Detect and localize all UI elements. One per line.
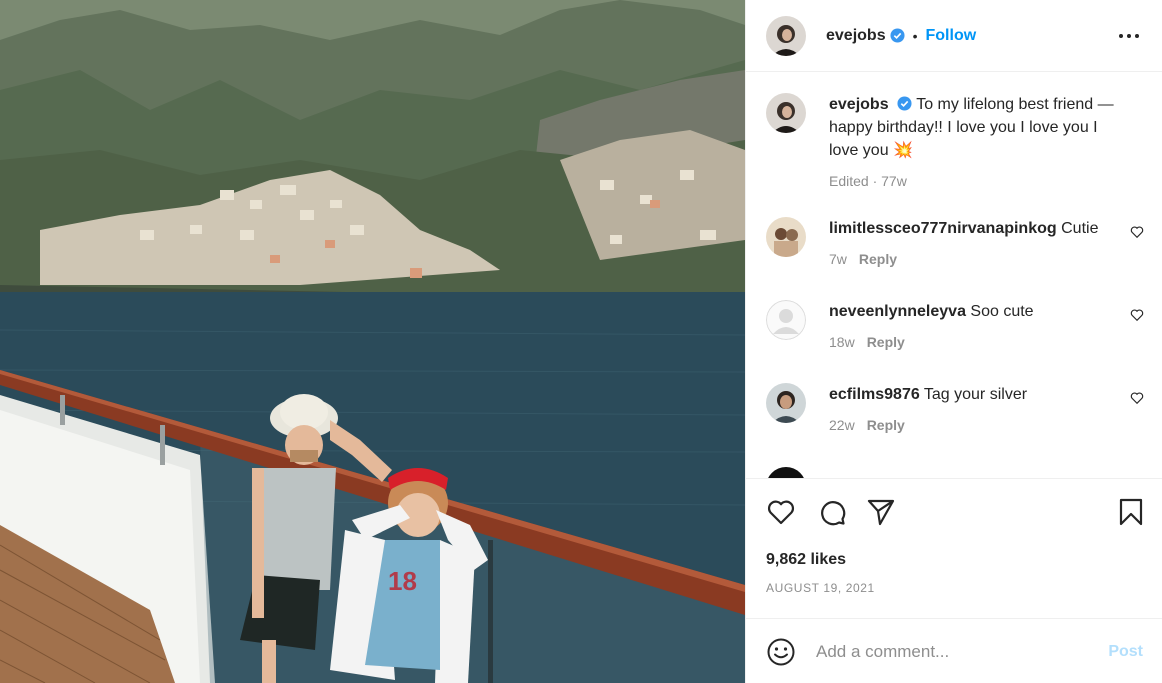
follow-button[interactable]: Follow — [926, 27, 977, 45]
heart-icon[interactable] — [766, 497, 796, 527]
reply-button[interactable]: Reply — [867, 334, 905, 350]
comment-age: 7w — [829, 251, 847, 267]
comment-age: 18w — [829, 334, 855, 350]
verified-badge-icon — [890, 28, 905, 43]
bookmark-icon[interactable] — [1116, 497, 1146, 527]
comment-text: Tag your silver — [923, 386, 1028, 403]
post-date[interactable]: AUGUST 19, 2021 — [766, 581, 875, 595]
commenter-avatar[interactable] — [766, 217, 806, 257]
svg-text:18: 18 — [388, 566, 417, 596]
comment-body: ecfilms9876 Tag your silver 22w Reply — [829, 383, 1129, 437]
comment-body: limitlessceo777nirvanapinkog Cutie 7w Rep… — [829, 217, 1129, 271]
comment-text: Soo cute — [970, 303, 1034, 320]
comment-meta: 22w Reply — [829, 414, 1129, 437]
commenter-avatar[interactable] — [766, 383, 806, 423]
comment-text: Cutie — [1061, 220, 1099, 237]
post-header: evejobs • Follow — [746, 0, 1162, 72]
comment-meta: 18w Reply — [829, 331, 1129, 354]
comment-body: neveenlynneleyva Soo cute 18w Reply — [829, 300, 1129, 354]
author-avatar[interactable] — [766, 15, 806, 56]
comment-meta: 7w Reply — [829, 248, 1129, 271]
comments-list[interactable]: evejobs To my lifelong best friend — hap… — [746, 73, 1162, 478]
photo-scene: 18 — [0, 0, 745, 683]
header-separator: • — [912, 27, 918, 44]
reply-button[interactable]: Reply — [859, 251, 897, 267]
likes-count[interactable]: 9,862 likes — [766, 551, 846, 569]
comment-username[interactable]: ecfilms9876 — [829, 386, 920, 403]
post-actions: 9,862 likes AUGUST 19, 2021 — [746, 478, 1162, 618]
comment-username[interactable]: neveenlynneleyva — [829, 303, 966, 320]
comment-age: 22w — [829, 417, 855, 433]
author-avatar[interactable] — [766, 93, 806, 133]
post-photo[interactable]: 18 — [0, 0, 745, 683]
caption-body: evejobs To my lifelong best friend — hap… — [829, 93, 1129, 193]
add-comment-bar: Post — [746, 618, 1162, 683]
commenter-avatar[interactable] — [766, 467, 806, 478]
author-username[interactable]: evejobs — [826, 27, 886, 45]
post-comment-button[interactable]: Post — [1108, 643, 1143, 661]
like-comment-heart-icon[interactable] — [1130, 308, 1144, 322]
comment-username[interactable]: limitlessceo777nirvanapinkog — [829, 220, 1057, 237]
caption-username[interactable]: evejobs — [829, 96, 889, 113]
comment-input[interactable] — [816, 639, 1096, 665]
post-side-panel: evejobs • Follow evejobs To my lifelong … — [745, 0, 1162, 683]
smiley-icon[interactable] — [766, 637, 796, 667]
caption-meta: Edited · 77w — [829, 173, 907, 189]
collision-emoji: 💥 — [893, 142, 913, 159]
verified-badge-icon — [897, 96, 912, 111]
commenter-avatar[interactable] — [766, 300, 806, 340]
like-comment-heart-icon[interactable] — [1130, 225, 1144, 239]
like-comment-heart-icon[interactable] — [1130, 391, 1144, 405]
reply-button[interactable]: Reply — [867, 417, 905, 433]
more-options-icon[interactable] — [1117, 26, 1141, 46]
comment-icon[interactable] — [817, 497, 847, 527]
paper-plane-icon[interactable] — [866, 497, 896, 527]
